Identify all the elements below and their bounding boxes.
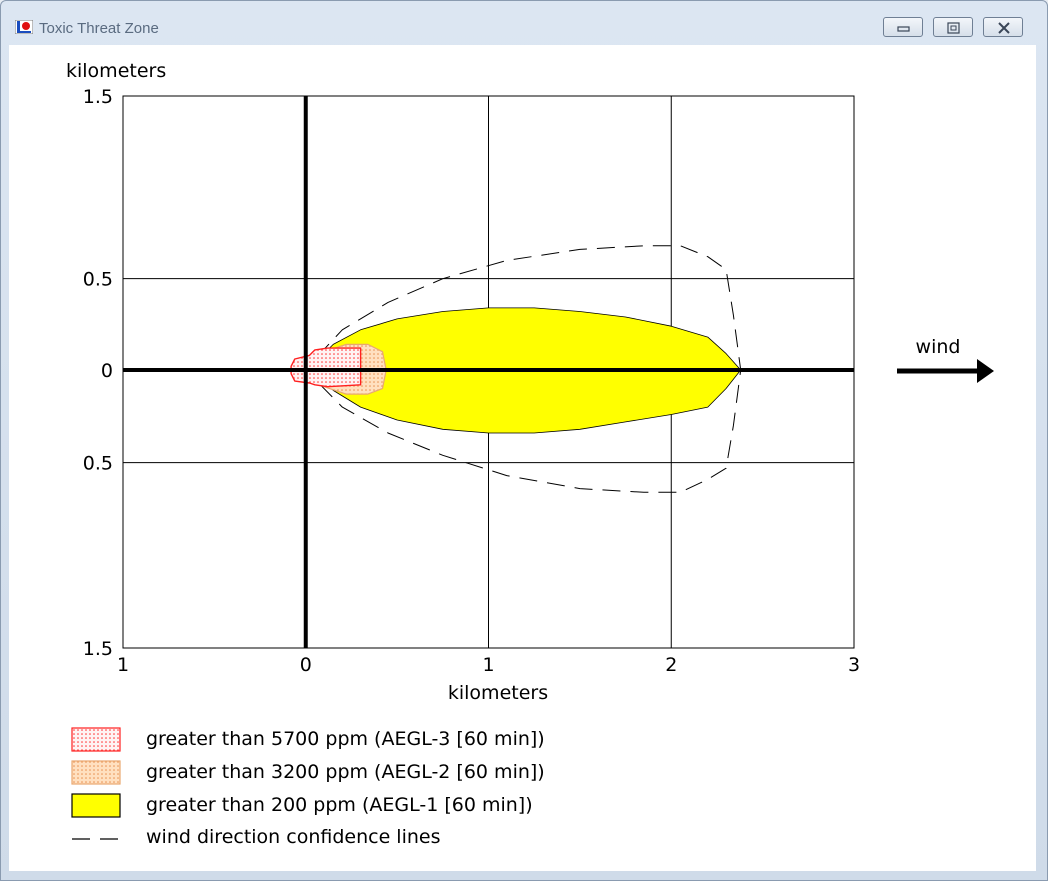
legend-swatch-aegl1: [71, 793, 121, 818]
y-tick-label: 0.5: [83, 269, 113, 291]
toxic-threat-zone-window: Toxic Threat Zone kilometers kilometers …: [0, 0, 1048, 881]
close-icon: [998, 22, 1010, 34]
legend: greater than 5700 ppm (AEGL-3 [60 min]) …: [71, 727, 545, 848]
legend-swatch-aegl3: [71, 727, 121, 752]
wind-label: wind: [916, 336, 961, 358]
y-tick-label: 1.5: [83, 86, 113, 108]
x-tick-label: 2: [665, 654, 677, 676]
legend-item-aegl3: greater than 5700 ppm (AEGL-3 [60 min]): [71, 727, 545, 752]
window-title: Toxic Threat Zone: [39, 20, 159, 37]
legend-label-aegl3: greater than 5700 ppm (AEGL-3 [60 min]): [146, 728, 545, 750]
legend-item-aegl2: greater than 3200 ppm (AEGL-2 [60 min]): [71, 760, 545, 785]
title-bar[interactable]: Toxic Threat Zone: [1, 1, 1047, 45]
x-axis-label: kilometers: [448, 682, 548, 704]
legend-label-aegl1: greater than 200 ppm (AEGL-1 [60 min]): [146, 794, 533, 816]
y-tick-label: 1.5: [83, 638, 113, 660]
threat-zone-chart: kilometers kilometers 1 0 1 2 3 1.5 0.5 0 0.5 1.5…: [66, 60, 994, 848]
zone-aegl3: [290, 347, 362, 388]
legend-item-aegl1: greater than 200 ppm (AEGL-1 [60 min]): [71, 793, 533, 818]
legend-swatch-aegl2: [71, 760, 121, 785]
legend-label-aegl2: greater than 3200 ppm (AEGL-2 [60 min]): [146, 761, 545, 783]
y-axis-label: kilometers: [66, 60, 166, 82]
minimize-button[interactable]: [883, 17, 923, 37]
legend-label-confidence: wind direction confidence lines: [146, 826, 441, 848]
maximize-icon: [947, 22, 960, 34]
x-tick-label: 1: [482, 654, 494, 676]
legend-item-confidence: wind direction confidence lines: [72, 826, 441, 848]
wind-arrow-icon: [897, 359, 994, 383]
close-button[interactable]: [983, 17, 1023, 37]
y-tick-label: 0: [101, 360, 113, 382]
minimize-icon: [897, 26, 910, 32]
x-tick-label: 0: [300, 654, 312, 676]
x-tick-label: 3: [848, 654, 860, 676]
y-tick-label: 0.5: [83, 453, 113, 475]
app-icon: [15, 20, 33, 34]
maximize-button[interactable]: [933, 17, 973, 37]
x-tick-label: 1: [117, 654, 129, 676]
chart-area: kilometers kilometers 1 0 1 2 3 1.5 0.5 0 0.5 1.5…: [9, 45, 1036, 871]
